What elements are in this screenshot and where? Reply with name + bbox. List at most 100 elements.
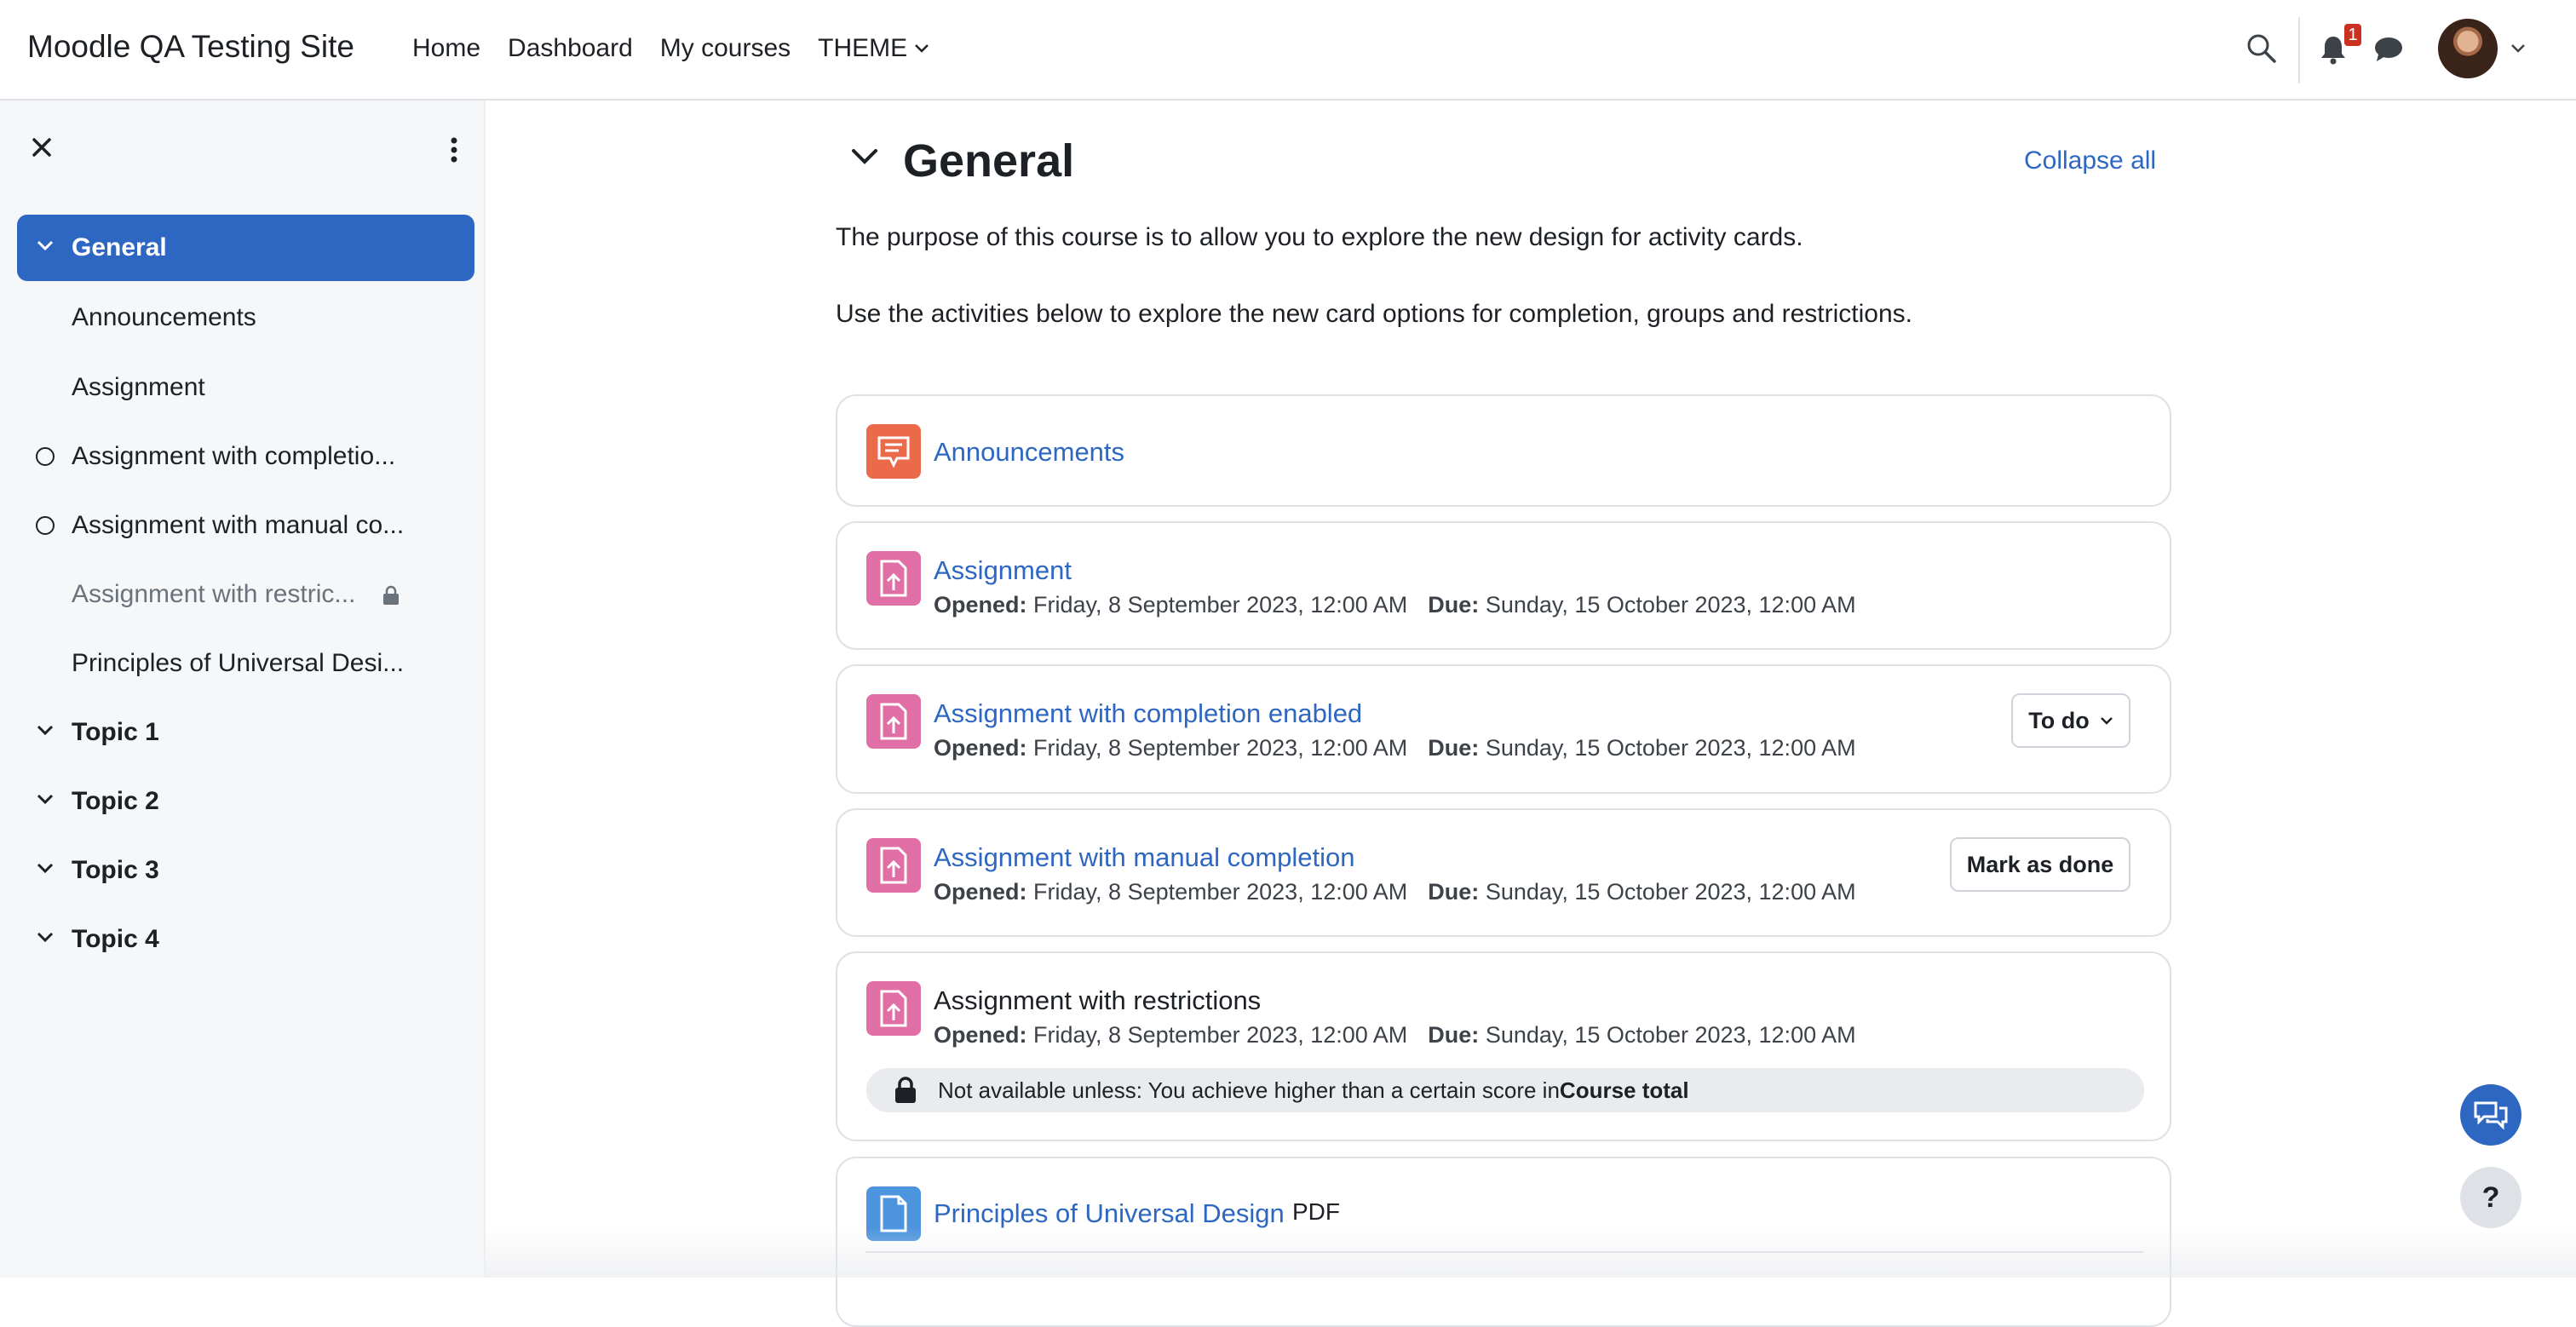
opened-label: Opened:: [934, 879, 1027, 905]
sidebar-item-label: Topic 4: [72, 925, 159, 953]
file-type-tag: PDF: [1292, 1198, 1340, 1225]
sidebar-section-general[interactable]: General: [17, 215, 474, 281]
chevron-down-icon: [37, 240, 54, 251]
opened-date: Friday, 8 September 2023, 12:00 AM: [1033, 1022, 1408, 1048]
activity-card-assignment-restrictions: Assignment with restrictions Opened: Fri…: [836, 951, 2171, 1141]
sidebar-item-principles[interactable]: Principles of Universal Desi...: [17, 630, 474, 697]
chat-icon[interactable]: [2373, 36, 2404, 63]
search-icon[interactable]: [2245, 32, 2278, 65]
activity-card-principles: Principles of Universal Design: [836, 1157, 2171, 1327]
bell-icon[interactable]: [2319, 34, 2348, 65]
activity-card-assignment-completion: Assignment with completion enabled Opene…: [836, 664, 2171, 794]
assignment-icon: [866, 694, 921, 749]
activity-dates: Opened: Friday, 8 September 2023, 12:00 …: [934, 879, 1856, 905]
sidebar-item-label: Topic 1: [72, 718, 159, 746]
chevron-down-icon: [2100, 717, 2113, 725]
chevron-down-icon: [37, 932, 54, 943]
activity-link[interactable]: Principles of Universal Design: [934, 1198, 1285, 1229]
assignment-icon: [866, 838, 921, 893]
chevron-down-icon: [915, 44, 929, 53]
lock-icon: [383, 585, 399, 605]
due-label: Due:: [1428, 1022, 1480, 1048]
lock-icon: [895, 1077, 916, 1103]
sidebar-item-label: General: [72, 233, 167, 261]
opened-label: Opened:: [934, 592, 1027, 618]
sidebar-item-assignment-restrictions[interactable]: Assignment with restric...: [17, 561, 474, 628]
activity-card-announcements: Announcements: [836, 394, 2171, 507]
sidebar-section-topic-2[interactable]: Topic 2: [17, 768, 474, 835]
sidebar-item-assignment-completion[interactable]: Assignment with completio...: [17, 423, 474, 490]
activity-link[interactable]: Assignment: [934, 555, 1072, 586]
restriction-notice: Not available unless: You achieve higher…: [866, 1068, 2144, 1112]
sidebar-item-label: Principles of Universal Desi...: [72, 649, 405, 677]
chevron-down-icon[interactable]: [2510, 43, 2527, 55]
opened-label: Opened:: [934, 1022, 1027, 1048]
due-date: Sunday, 15 October 2023, 12:00 AM: [1485, 592, 1856, 618]
help-button[interactable]: ?: [2460, 1167, 2521, 1228]
completion-todo-dropdown[interactable]: To do: [2011, 693, 2130, 748]
notification-count-badge: 1: [2344, 24, 2361, 46]
chat-bubbles-icon: [2474, 1101, 2508, 1130]
summary-line: Use the activities below to explore the …: [836, 300, 1912, 328]
opened-date: Friday, 8 September 2023, 12:00 AM: [1033, 592, 1408, 618]
primary-navigation: Home Dashboard My courses THEME: [412, 34, 929, 63]
assignment-icon: [866, 551, 921, 606]
messaging-drawer-button[interactable]: [2460, 1084, 2521, 1146]
kebab-menu-icon[interactable]: [450, 136, 458, 164]
section-title: General: [903, 135, 1075, 187]
file-icon: [866, 1186, 921, 1241]
close-icon[interactable]: [31, 136, 53, 158]
sidebar-section-topic-4[interactable]: Topic 4: [17, 906, 474, 973]
sidebar-item-announcements[interactable]: Announcements: [17, 284, 474, 351]
sidebar-item-label: Assignment: [72, 373, 205, 401]
assignment-icon: [866, 981, 921, 1036]
due-label: Due:: [1428, 735, 1480, 761]
chevron-down-icon: [37, 863, 54, 874]
activity-card-assignment-manual: Assignment with manual completion Opened…: [836, 808, 2171, 937]
opened-date: Friday, 8 September 2023, 12:00 AM: [1033, 735, 1408, 761]
sidebar-item-label: Assignment with completio...: [72, 442, 396, 470]
activity-dates: Opened: Friday, 8 September 2023, 12:00 …: [934, 735, 1856, 761]
forum-icon: [866, 424, 921, 479]
nav-theme-dropdown[interactable]: THEME: [818, 34, 929, 63]
navbar-divider: [2298, 17, 2300, 83]
activity-name: Assignment with restrictions: [934, 985, 1262, 1015]
sidebar-section-topic-1[interactable]: Topic 1: [17, 699, 474, 766]
site-name[interactable]: Moodle QA Testing Site: [27, 29, 354, 65]
sidebar-item-label: Assignment with manual co...: [72, 511, 405, 539]
activity-link[interactable]: Assignment with completion enabled: [934, 698, 1362, 729]
card-divider: [865, 1251, 2143, 1253]
completion-status-icon: [36, 447, 55, 466]
section-collapse-chevron-icon[interactable]: [850, 146, 879, 167]
sidebar-item-label: Assignment with restric...: [72, 580, 356, 608]
restriction-text: Not available unless: You achieve higher…: [938, 1077, 1560, 1103]
summary-line: The purpose of this course is to allow y…: [836, 223, 1803, 251]
sidebar-item-assignment[interactable]: Assignment: [17, 354, 474, 421]
sidebar-item-label: Announcements: [72, 303, 256, 331]
due-date: Sunday, 15 October 2023, 12:00 AM: [1485, 735, 1856, 761]
chevron-down-icon: [37, 794, 54, 805]
nav-theme-label: THEME: [818, 34, 908, 62]
sidebar-item-label: Topic 2: [72, 787, 159, 815]
sidebar-section-topic-3[interactable]: Topic 3: [17, 837, 474, 904]
activity-dates: Opened: Friday, 8 September 2023, 12:00 …: [934, 592, 1856, 618]
user-avatar[interactable]: [2438, 19, 2498, 78]
activity-link[interactable]: Assignment with manual completion: [934, 842, 1355, 873]
due-date: Sunday, 15 October 2023, 12:00 AM: [1485, 879, 1856, 905]
due-date: Sunday, 15 October 2023, 12:00 AM: [1485, 1022, 1856, 1048]
activity-link[interactable]: Announcements: [934, 437, 1124, 468]
top-navbar: Moodle QA Testing Site Home Dashboard My…: [0, 0, 2576, 101]
opened-date: Friday, 8 September 2023, 12:00 AM: [1033, 879, 1408, 905]
nav-dashboard[interactable]: Dashboard: [508, 34, 633, 63]
restriction-grade-item: Course total: [1559, 1077, 1689, 1103]
nav-home[interactable]: Home: [412, 34, 480, 63]
mark-as-done-button[interactable]: Mark as done: [1950, 837, 2130, 892]
nav-my-courses[interactable]: My courses: [660, 34, 791, 63]
collapse-all-link[interactable]: Collapse all: [2024, 146, 2156, 175]
activity-dates: Opened: Friday, 8 September 2023, 12:00 …: [934, 1022, 1856, 1048]
sidebar-item-assignment-manual[interactable]: Assignment with manual co...: [17, 492, 474, 559]
todo-label: To do: [2028, 707, 2090, 733]
due-label: Due:: [1428, 592, 1480, 618]
activity-card-assignment: Assignment Opened: Friday, 8 September 2…: [836, 521, 2171, 650]
due-label: Due:: [1428, 879, 1480, 905]
